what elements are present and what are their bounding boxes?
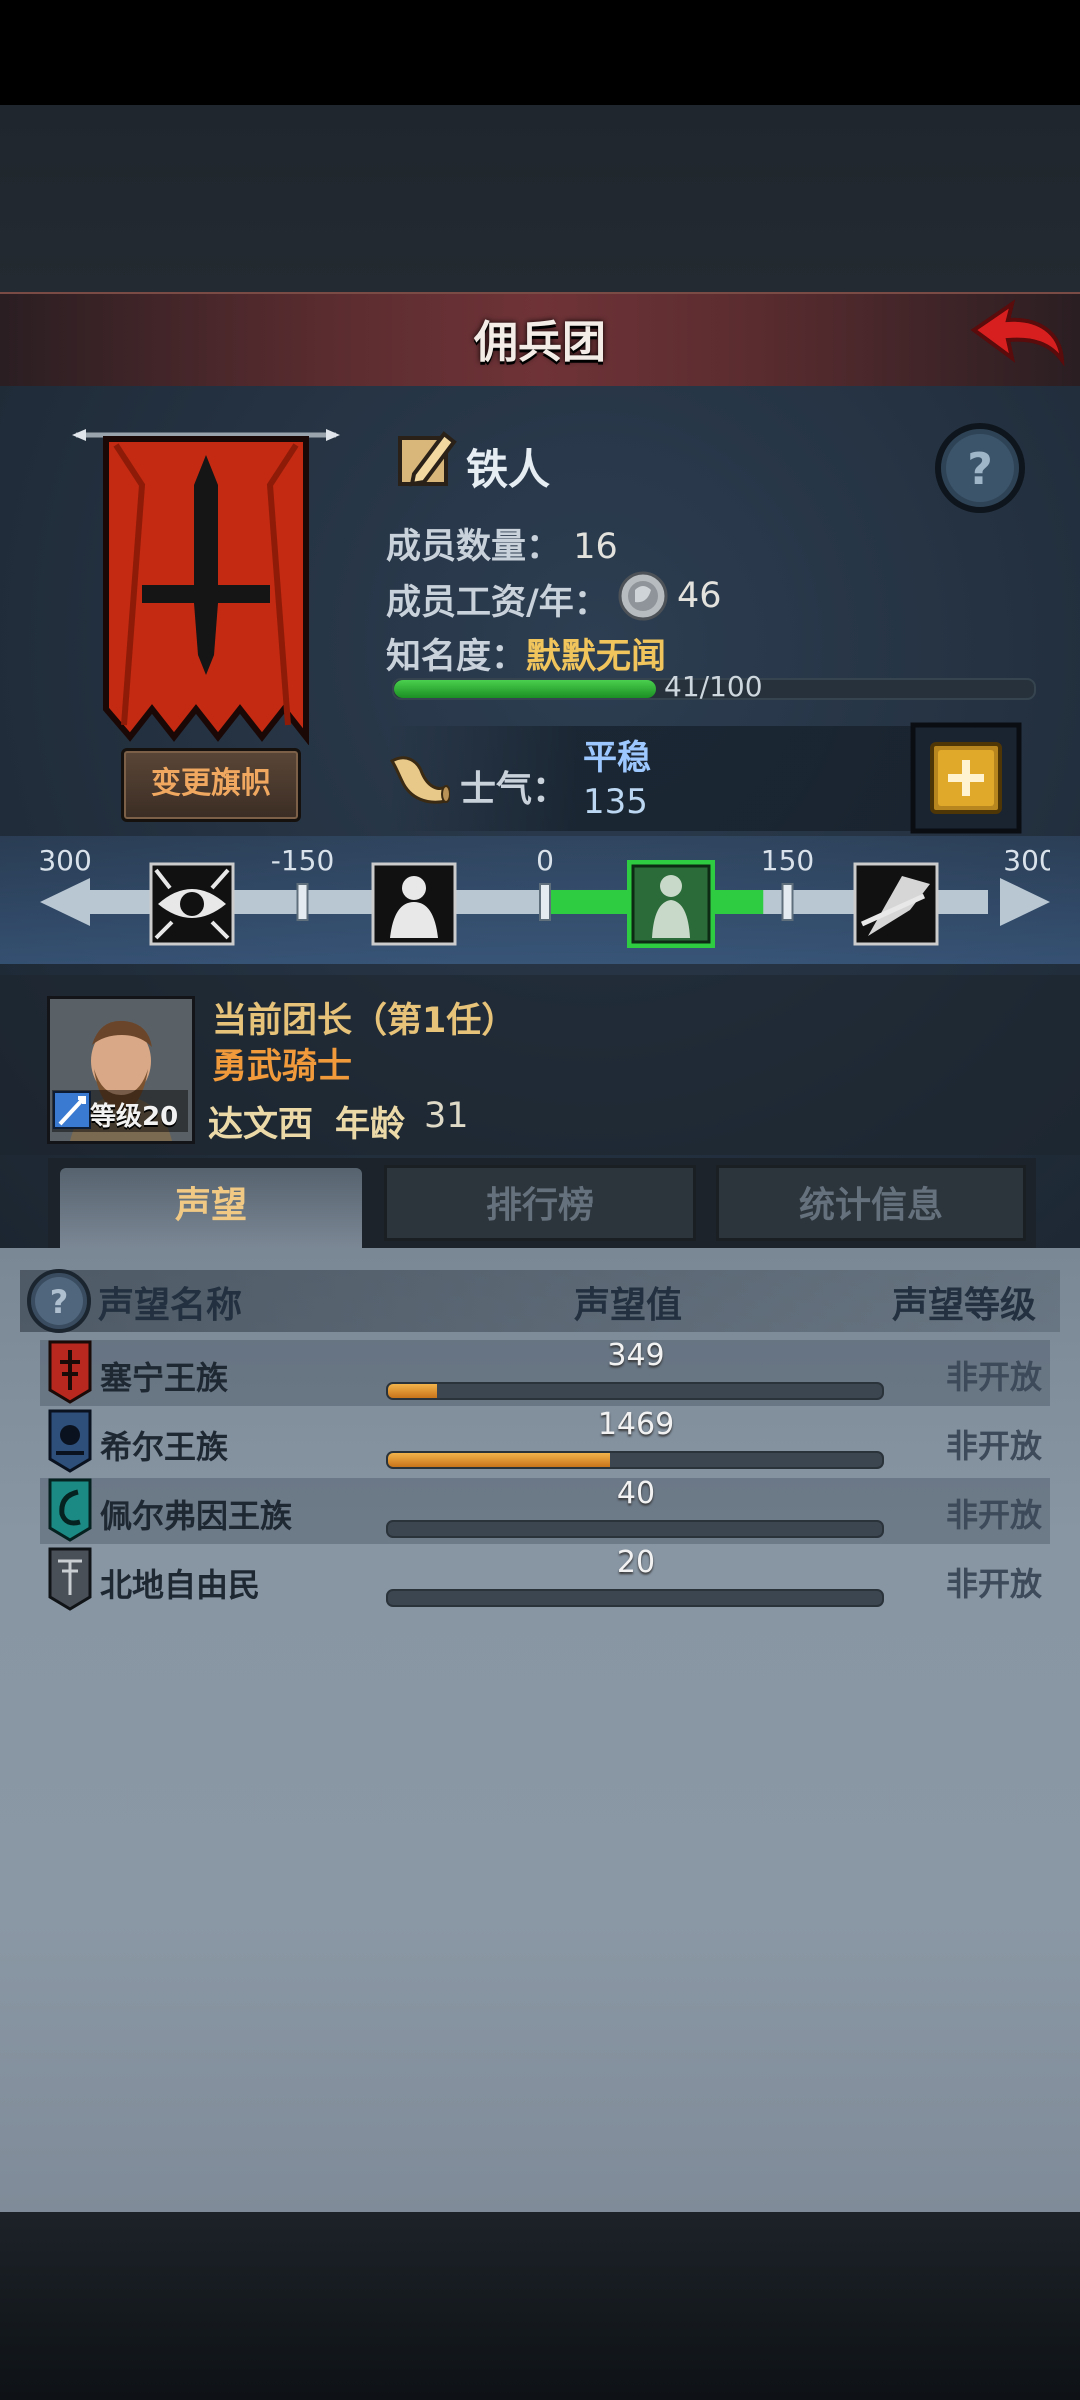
reputation-value: 40 <box>616 1476 656 1511</box>
reputation-level: 非开放 <box>946 1427 1043 1465</box>
scale-tick-label: -300 <box>40 844 92 877</box>
scale-left-arrow <box>40 878 90 926</box>
reputation-level: 非开放 <box>946 1496 1043 1534</box>
fame-row: 知名度：默默无闻 <box>386 628 666 679</box>
column-header-value: 声望值 <box>574 1285 683 1326</box>
blue-crest-icon <box>48 1409 92 1473</box>
flags-icon <box>853 862 939 946</box>
wage-value: 46 <box>677 576 722 616</box>
members-row: 成员数量： 16 <box>386 518 618 569</box>
gray-crest-icon <box>48 1547 92 1611</box>
captain-level: 等级20 <box>90 1102 179 1132</box>
fame-progress-text: 41/100 <box>664 670 763 703</box>
back-arrow-icon[interactable] <box>968 296 1068 376</box>
reputation-bar <box>386 1382 884 1400</box>
captain-title: 当前团长（第1任） <box>212 1001 517 1041</box>
morale-label: 士气： <box>460 769 569 810</box>
horn-icon <box>389 756 450 804</box>
column-header-name: 声望名称 <box>98 1285 243 1326</box>
tab-leaderboard[interactable]: 排行榜 <box>384 1165 696 1241</box>
tab-reputation[interactable]: 声望 <box>60 1168 362 1252</box>
scale-tick <box>781 883 794 921</box>
page-title: 佣兵团 <box>474 317 606 368</box>
edit-name-icon[interactable] <box>396 428 458 490</box>
reputation-level: 非开放 <box>946 1565 1043 1603</box>
help-icon[interactable]: ? <box>934 422 1026 514</box>
scale-right-arrow <box>1000 878 1050 926</box>
table-row[interactable]: 塞宁王族 349 非开放 <box>40 1338 1050 1406</box>
add-morale-button[interactable] <box>910 722 1022 834</box>
scale-tick-label: 0 <box>536 844 554 877</box>
tab-statistics[interactable]: 统计信息 <box>716 1165 1026 1241</box>
scale-tick-label: -150 <box>271 844 335 877</box>
faction-name: 北地自由民 <box>100 1566 261 1604</box>
reputation-bar <box>386 1589 884 1607</box>
table-row[interactable]: 希尔王族 1469 非开放 <box>40 1407 1050 1475</box>
reputation-bar <box>386 1520 884 1538</box>
standing-figure-icon <box>627 860 715 948</box>
red-crest-icon <box>48 1340 92 1404</box>
captain-age: 31 <box>424 1096 469 1136</box>
company-name: 铁人 <box>466 445 551 494</box>
scale-tick-label: 150 <box>761 844 814 877</box>
fame-progress-fill <box>394 680 657 698</box>
scale-tick <box>539 883 551 921</box>
eye-icon <box>149 862 235 946</box>
faction-name: 佩尔弗因王族 <box>100 1497 293 1535</box>
faction-name: 塞宁王族 <box>100 1359 229 1397</box>
reputation-value: 1469 <box>597 1407 675 1442</box>
table-row[interactable]: 北地自由民 20 非开放 <box>40 1545 1050 1613</box>
faction-name: 希尔王族 <box>100 1428 229 1466</box>
wage-label: 成员工资/年： <box>386 583 609 623</box>
scale-tick-label: 300 <box>1003 844 1050 877</box>
reputation-value: 349 <box>607 1338 665 1373</box>
reputation-value: 20 <box>616 1545 656 1580</box>
reputation-bar-fill <box>388 1384 438 1398</box>
members-label: 成员数量： <box>386 527 562 567</box>
silver-coin-icon <box>618 571 668 621</box>
company-banner <box>72 429 340 745</box>
captain-age-label: 年龄 <box>335 1105 406 1145</box>
members-value: 16 <box>573 527 618 567</box>
bottom-background <box>0 2212 1080 2400</box>
svg-text:?: ? <box>967 444 993 495</box>
fame-status: 默默无闻 <box>526 637 667 677</box>
column-header-level: 声望等级 <box>892 1285 1037 1326</box>
table-row[interactable]: 佩尔弗因王族 40 非开放 <box>40 1476 1050 1544</box>
svg-text:?: ? <box>50 1283 69 1321</box>
captain-class: 勇武骑士 <box>212 1047 353 1087</box>
morale-scale: -300 -150 0 150 300 <box>40 844 1050 948</box>
scale-tick <box>296 883 309 921</box>
fame-label: 知名度： <box>386 637 527 677</box>
reputation-bar-fill <box>388 1453 611 1467</box>
reputation-bar <box>386 1451 884 1469</box>
morale-status: 平稳 <box>583 738 651 778</box>
captain-name: 达文西 <box>208 1105 314 1145</box>
teal-crest-icon <box>48 1478 92 1542</box>
crouching-figure-icon <box>371 862 457 946</box>
help-icon[interactable]: ? <box>26 1268 92 1334</box>
reputation-level: 非开放 <box>946 1358 1043 1396</box>
morale-value: 135 <box>583 782 648 822</box>
wage-row: 成员工资/年： <box>386 574 609 625</box>
change-banner-button[interactable]: 变更旗帜 <box>121 748 301 822</box>
